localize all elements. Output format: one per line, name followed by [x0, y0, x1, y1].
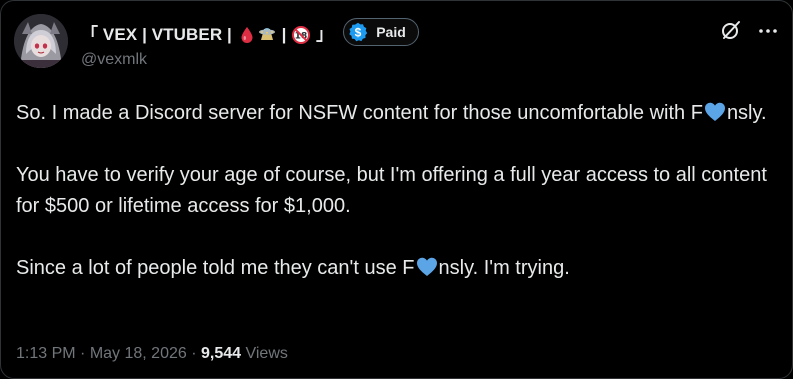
post-text-segment: Since a lot of people told me they can't…: [16, 257, 415, 279]
author-display-name[interactable]: 「 VEX | VTUBER | | 18 」: [81, 20, 333, 45]
views-label: Views: [241, 345, 288, 362]
no-under-eighteen-icon: 18: [292, 26, 311, 45]
paid-badge-label: Paid: [376, 24, 406, 40]
post-paragraph-2: You have to verify your age of course, b…: [16, 164, 767, 217]
post-date[interactable]: May 18, 2026: [90, 345, 187, 362]
post-time[interactable]: 1:13 PM: [16, 345, 76, 362]
post-card: 「 VEX | VTUBER | | 18 」 $ Paid @vexmlk S…: [0, 0, 793, 379]
post-meta: 1:13 PM · May 18, 2026 · 9,544 Views: [16, 345, 288, 363]
blue-heart-icon: [704, 102, 726, 122]
ufo-icon: [258, 26, 276, 44]
blood-drop-icon: [238, 26, 256, 44]
post-paragraph-1: So. I made a Discord server for NSFW con…: [16, 98, 776, 129]
blue-heart-icon: [416, 257, 438, 277]
post-paragraph-3: Since a lot of people told me they can't…: [16, 253, 776, 284]
post-text-segment: So. I made a Discord server for NSFW con…: [16, 102, 703, 124]
display-name-text[interactable]: 「 VEX | VTUBER |: [81, 25, 237, 44]
grok-icon[interactable]: [720, 19, 742, 41]
avatar[interactable]: [14, 14, 68, 68]
meta-separator: ·: [75, 345, 90, 362]
display-name-suffix: 」: [311, 24, 334, 44]
svg-text:$: $: [355, 25, 362, 39]
views-count[interactable]: 9,544: [201, 345, 241, 362]
post-text-segment: nsly. I'm trying.: [438, 257, 570, 279]
author-name-row[interactable]: 「 VEX | VTUBER | | 18 」 $ Paid: [81, 18, 419, 46]
display-name-separator: |: [276, 24, 292, 44]
meta-separator: ·: [186, 345, 201, 362]
dollar-badge-icon: $: [349, 22, 368, 42]
more-options-icon[interactable]: [756, 19, 780, 43]
post-text-segment: nsly.: [726, 102, 767, 124]
post-text: So. I made a Discord server for NSFW con…: [16, 98, 776, 284]
author-handle[interactable]: @vexmlk: [81, 51, 147, 69]
paid-badge[interactable]: $ Paid: [343, 18, 419, 46]
